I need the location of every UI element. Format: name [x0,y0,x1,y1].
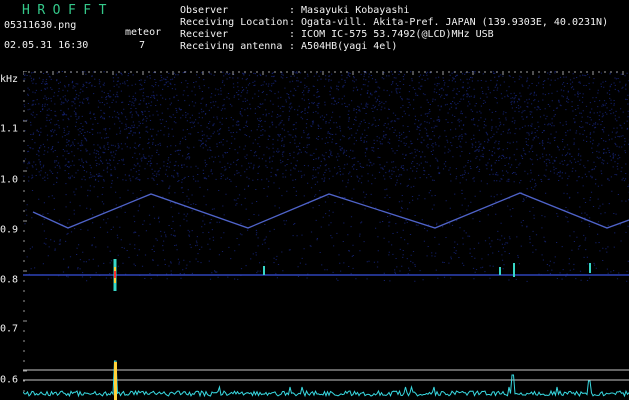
date-time: 02.05.31 16:30 [4,40,89,51]
meteor-count: 7 [139,40,146,51]
observer-key: Observer [180,5,229,16]
receiver-value: : ICOM IC-575 53.7492(@LCD)MHz USB [289,29,494,40]
meteor-echo-1638b [513,263,515,277]
freq-tick-1-1: 1.1 [0,123,19,135]
antenna-value: : A504HB(yagi 4el) [289,41,398,52]
receiver-key: Receiver [180,29,229,40]
observer-value: : Masayuki Kobayashi [289,5,410,16]
meteor-echo-core [114,271,116,278]
meteor-echo-1632 [113,259,117,291]
location-value: : Ogata-vill. Akita-Pref. JAPAN (139.930… [289,17,609,28]
location-key: Receiving Location [180,17,289,28]
antenna-key: Receiving antenna [180,41,283,52]
frequency-unit: kHz [0,74,19,85]
freq-tick-0-6: 0.6 [0,374,19,386]
meteor-label: meteor [125,27,162,38]
level-spike-1632 [114,362,117,400]
app-brand: HROFFT [22,3,114,18]
spectrogram-plot [23,71,629,400]
freq-tick-0-8: 0.8 [0,274,19,286]
meteor-echo-1634 [263,266,265,275]
hrofft-display: HROFFT 05311630.png 02.05.31 16:30 meteo… [0,0,629,400]
freq-tick-0-7: 0.7 [0,323,19,335]
spectrogram-background [23,71,629,400]
file-name: 05311630.png [4,20,77,31]
freq-tick-0-9: 0.9 [0,224,19,236]
freq-tick-1-0: 1.0 [0,174,19,186]
meteor-echo-1638 [499,267,501,275]
meteor-echo-1639 [589,263,591,273]
